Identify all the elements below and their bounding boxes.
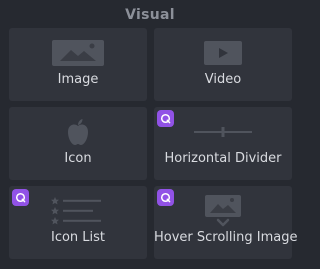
video-play-icon <box>154 38 292 68</box>
widget-label-hover-scrolling-image: Hover Scrolling Image <box>154 230 298 245</box>
widget-label-icon-list: Icon List <box>50 230 106 245</box>
star-list-icon <box>9 196 147 226</box>
image-icon <box>9 38 147 68</box>
widget-label-image: Image <box>57 72 99 87</box>
widget-tile-icon[interactable]: Icon <box>9 107 147 180</box>
apple-icon <box>9 117 147 147</box>
widget-tile-icon-list[interactable]: Icon List <box>9 186 147 259</box>
divider-icon <box>154 117 292 147</box>
widget-label-icon: Icon <box>64 151 92 166</box>
widget-label-video: Video <box>204 72 242 87</box>
widget-grid: Image Video Icon Horizontal Divider Icon… <box>9 28 298 259</box>
widget-panel: Visual Image Video Icon Horizontal Divid… <box>0 0 300 269</box>
widget-tile-image[interactable]: Image <box>9 28 147 101</box>
scrolling-image-icon <box>154 195 292 227</box>
widget-tile-horizontal-divider[interactable]: Horizontal Divider <box>154 107 292 180</box>
section-title: Visual <box>125 7 175 23</box>
widget-tile-hover-scrolling-image[interactable]: Hover Scrolling Image <box>154 186 298 259</box>
widget-tile-video[interactable]: Video <box>154 28 292 101</box>
widget-label-horizontal-divider: Horizontal Divider <box>164 151 282 166</box>
